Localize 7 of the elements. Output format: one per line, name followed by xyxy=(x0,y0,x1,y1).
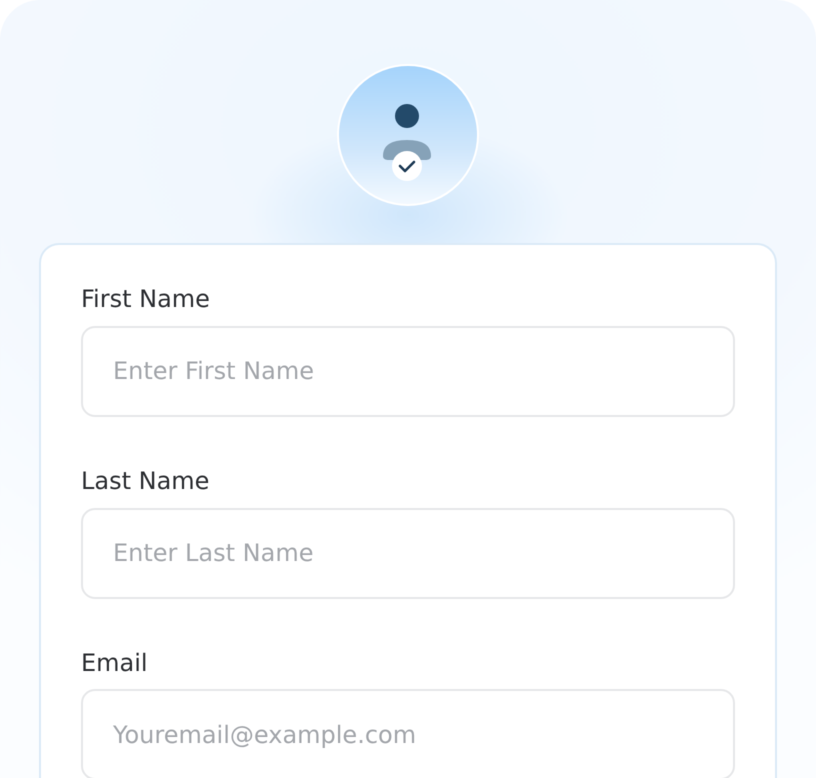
input-field[interactable]: Enter Last Name xyxy=(81,508,735,599)
field-label: Last Name xyxy=(81,466,210,496)
input-field[interactable]: Enter First Name xyxy=(81,326,735,417)
field-label: First Name xyxy=(81,285,211,314)
field-label: Email xyxy=(81,648,149,678)
avatar-icon xyxy=(337,64,479,206)
input-field[interactable]: Youremail@example.com xyxy=(81,689,735,778)
